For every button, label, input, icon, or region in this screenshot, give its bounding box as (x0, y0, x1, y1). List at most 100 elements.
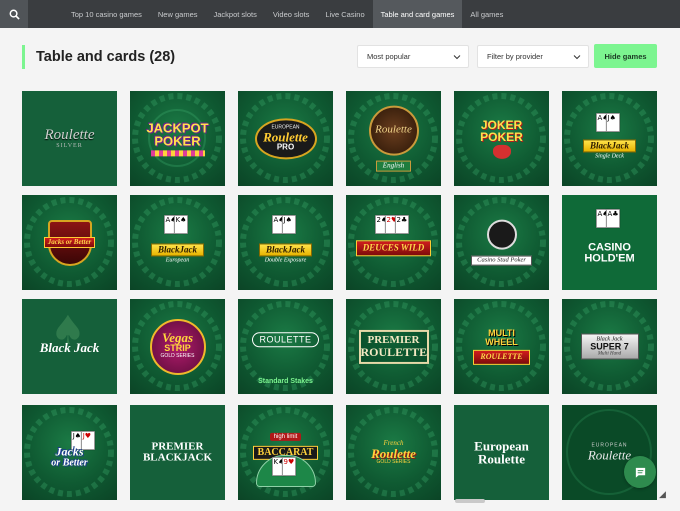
game-logo: Roulette English (346, 105, 441, 172)
game-subtitle: Single Deck (595, 153, 624, 160)
game-title: WHEEL (485, 336, 518, 347)
hide-games-button[interactable]: Hide games (594, 44, 657, 68)
tab-jackpot-slots[interactable]: Jackpot slots (206, 0, 265, 28)
game-subtitle: POKER (480, 130, 523, 144)
game-logo: Jacks or Better (22, 219, 117, 266)
scroll-corner-icon: ◢ (659, 490, 666, 500)
joker-hat-icon (492, 144, 511, 159)
game-tile-premier-blackjack[interactable]: PREMIER BLACKJACK (130, 405, 225, 500)
game-title: BlackJack (583, 139, 636, 153)
tab-new-games[interactable]: New games (150, 0, 206, 28)
game-tile-european-roulette[interactable]: European Roulette (454, 405, 549, 500)
game-tile-jacks-or-better-shield[interactable]: Jacks or Better (22, 195, 117, 290)
provider-filter-select[interactable]: Filter by provider (477, 45, 589, 68)
game-logo: Black Jack SUPER 7 Multi Hand (562, 333, 657, 360)
playing-cards-icon: A♠ J♠ (271, 215, 296, 234)
game-title: Jacks or Better (43, 236, 96, 249)
sort-select[interactable]: Most popular (357, 45, 469, 68)
game-logo: JOKER POKER (454, 118, 549, 159)
game-title: Black Jack (39, 340, 100, 356)
game-logo: PREMIER ROULETTE (346, 329, 441, 364)
game-logo: French Roulette GOLD SERIES (346, 439, 441, 466)
game-tile-french-roulette[interactable]: French Roulette GOLD SERIES (346, 405, 441, 500)
playing-cards-icon: K♠ 9♥ (271, 457, 296, 476)
game-title: Roulette (375, 123, 412, 136)
game-tile-casino-holdem[interactable]: A♠ A♣ CASINO HOLD'EM (562, 195, 657, 290)
game-subtitle: European (165, 257, 190, 264)
game-tile-roulette-silver[interactable]: Roulette SILVER (22, 91, 117, 186)
game-tile-roulette-standard-stakes[interactable]: ROULETTE Standard Stakes (238, 299, 333, 394)
game-tile-casino-stud-poker[interactable]: Casino Stud Poker (454, 195, 549, 290)
page-title: Table and cards (28) (36, 49, 176, 65)
game-subtitle: ROULETTE (360, 344, 428, 359)
game-subtitle: Multi Hand (597, 351, 622, 357)
game-subtitle: BLACKJACK (142, 451, 213, 464)
game-title: JACKPOT (146, 119, 209, 135)
game-title: Vegas (161, 329, 194, 345)
tab-top-10[interactable]: Top 10 casino games (63, 0, 150, 28)
game-title: Roulette (44, 126, 95, 143)
top-nav: Top 10 casino games New games Jackpot sl… (0, 0, 680, 28)
search-icon (9, 9, 20, 20)
chat-button[interactable] (624, 456, 656, 488)
game-title: Jacks (55, 444, 84, 459)
game-subtitle: GOLD SERIES (376, 459, 411, 466)
search-button[interactable] (0, 0, 28, 28)
chat-bubble-icon (635, 467, 645, 478)
playing-cards-icon: A♠ A♣ (595, 209, 620, 228)
game-subtitle: POKER (154, 133, 201, 149)
game-logo: Jacks or Better (22, 446, 117, 469)
game-logo: DEUCES WILD (346, 239, 441, 256)
game-tile-blackjack-european[interactable]: A♠ K♠ BlackJack European (130, 195, 225, 290)
ship-wheel-icon (486, 219, 517, 250)
game-subtitle: Double Exposure (264, 257, 307, 264)
game-subtitle: Standard Stakes (258, 378, 313, 385)
game-tile-premier-roulette[interactable]: PREMIER ROULETTE (346, 299, 441, 394)
game-tile-multi-wheel-roulette[interactable]: MULTI WHEEL ROULETTE (454, 299, 549, 394)
game-title: Casino Stud Poker (471, 255, 532, 266)
tab-all-games[interactable]: All games (462, 0, 511, 28)
tab-live-casino[interactable]: Live Casino (317, 0, 372, 28)
game-tile-baccarat-high-limit[interactable]: high limit BACCARAT K♠ 9♥ (238, 405, 333, 500)
game-tile-blackjack-double-exposure[interactable]: A♠ J♠ BlackJack Double Exposure (238, 195, 333, 290)
game-logo: CASINO HOLD'EM (562, 242, 657, 265)
game-title: ROULETTE (252, 332, 319, 348)
game-subtitle: SILVER (56, 143, 83, 150)
game-tile-blackjack-super7[interactable]: Black Jack SUPER 7 Multi Hand (562, 299, 657, 394)
game-tile-deuces-wild[interactable]: 2♠ 2♥ 2♣ DEUCES WILD (346, 195, 441, 290)
game-title: BlackJack (151, 243, 204, 257)
game-logo: PREMIER BLACKJACK (130, 439, 225, 464)
game-title: BlackJack (259, 243, 312, 257)
chevron-down-icon (573, 55, 581, 60)
game-tile-joker-poker[interactable]: JOKER POKER (454, 91, 549, 186)
game-title: DEUCES WILD (355, 240, 432, 256)
game-logo: European Roulette (454, 439, 549, 466)
heading-accent-bar (22, 45, 25, 69)
game-subtitle: PRO (276, 142, 295, 152)
game-title: SUPER 7 (590, 341, 629, 352)
game-tile-jackpot-poker[interactable]: JACKPOT POKER (130, 91, 225, 186)
game-logo: Black Jack (22, 340, 117, 356)
game-logo: Vegas STRIP GOLD SERIES (130, 318, 225, 375)
game-logo: JACKPOT POKER (130, 119, 225, 157)
scroll-indicator (455, 499, 485, 503)
tab-video-slots[interactable]: Video slots (265, 0, 318, 28)
game-title: PREMIER (151, 439, 204, 452)
playing-cards-icon: 2♠ 2♥ 2♣ (374, 215, 409, 234)
game-logo: BlackJack Single Deck (562, 136, 657, 159)
playing-cards-icon: A♠ K♠ (163, 215, 188, 234)
game-logo: Casino Stud Poker (454, 219, 549, 266)
game-logo: Roulette SILVER (22, 126, 117, 150)
tab-table-and-card-games[interactable]: Table and card games (372, 0, 463, 28)
game-tile-vegas-strip[interactable]: Vegas STRIP GOLD SERIES (130, 299, 225, 394)
game-title: CASINO (588, 241, 631, 254)
game-tile-roulette-english[interactable]: Roulette English (346, 91, 441, 186)
game-tile-blackjack-single-deck[interactable]: A♠ J♠ BlackJack Single Deck (562, 91, 657, 186)
game-tile-european-roulette-pro[interactable]: EUROPEAN Roulette PRO (238, 91, 333, 186)
chevron-down-icon (453, 55, 461, 60)
game-tile-jacks-or-better[interactable]: J♠ J♥ Jacks or Better (22, 405, 117, 500)
game-subtitle: HOLD'EM (584, 252, 635, 265)
game-title: PREMIER (367, 333, 420, 346)
game-tile-black-jack[interactable]: ♠ Black Jack (22, 299, 117, 394)
category-tabs: Top 10 casino games New games Jackpot sl… (63, 0, 511, 28)
